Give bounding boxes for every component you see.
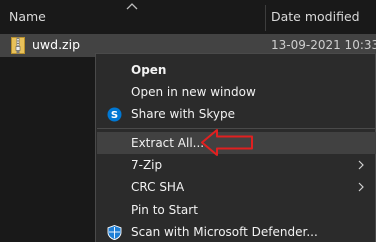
menu-item-open-in-new-window[interactable]: Open in new window <box>97 81 376 103</box>
menu-item-pin-to-start[interactable]: Pin to Start <box>97 199 376 221</box>
chevron-right-icon <box>358 182 364 192</box>
defender-shield-icon <box>107 225 122 240</box>
column-header-bar: Name Date modified <box>0 0 376 34</box>
menu-item-label: Open <box>131 63 167 77</box>
red-annotation-arrow-icon <box>201 129 253 156</box>
column-divider[interactable] <box>265 5 266 31</box>
menu-item-label: Share with Skype <box>131 107 235 121</box>
file-name: uwd.zip <box>32 37 81 52</box>
sort-ascending-chevron-icon[interactable] <box>126 2 138 10</box>
column-header-name[interactable]: Name <box>9 9 46 24</box>
zip-folder-icon <box>11 37 25 54</box>
chevron-right-icon <box>358 160 364 170</box>
menu-item-label: 7-Zip <box>131 158 163 172</box>
menu-item-label: Pin to Start <box>131 203 198 217</box>
menu-item-label: CRC SHA <box>131 180 185 194</box>
menu-item-label: Extract All... <box>131 136 205 150</box>
menu-item-crc-sha[interactable]: CRC SHA <box>97 176 376 198</box>
column-header-date-modified[interactable]: Date modified <box>271 9 360 24</box>
menu-item-label: Scan with Microsoft Defender... <box>131 225 318 239</box>
svg-text:S: S <box>111 110 118 121</box>
file-explorer-view: Name Date modified uwd.zip 13-09-2021 10… <box>0 0 376 242</box>
menu-item-7-zip[interactable]: 7-Zip <box>97 154 376 176</box>
menu-item-scan-with-defender[interactable]: Scan with Microsoft Defender... <box>97 221 376 242</box>
file-date-modified: 13-09-2021 10:33 PM <box>271 38 376 52</box>
menu-item-label: Open in new window <box>131 85 256 99</box>
menu-item-open[interactable]: Open <box>97 59 376 81</box>
skype-icon: S <box>107 107 122 122</box>
menu-item-share-with-skype[interactable]: S Share with Skype <box>97 103 376 125</box>
